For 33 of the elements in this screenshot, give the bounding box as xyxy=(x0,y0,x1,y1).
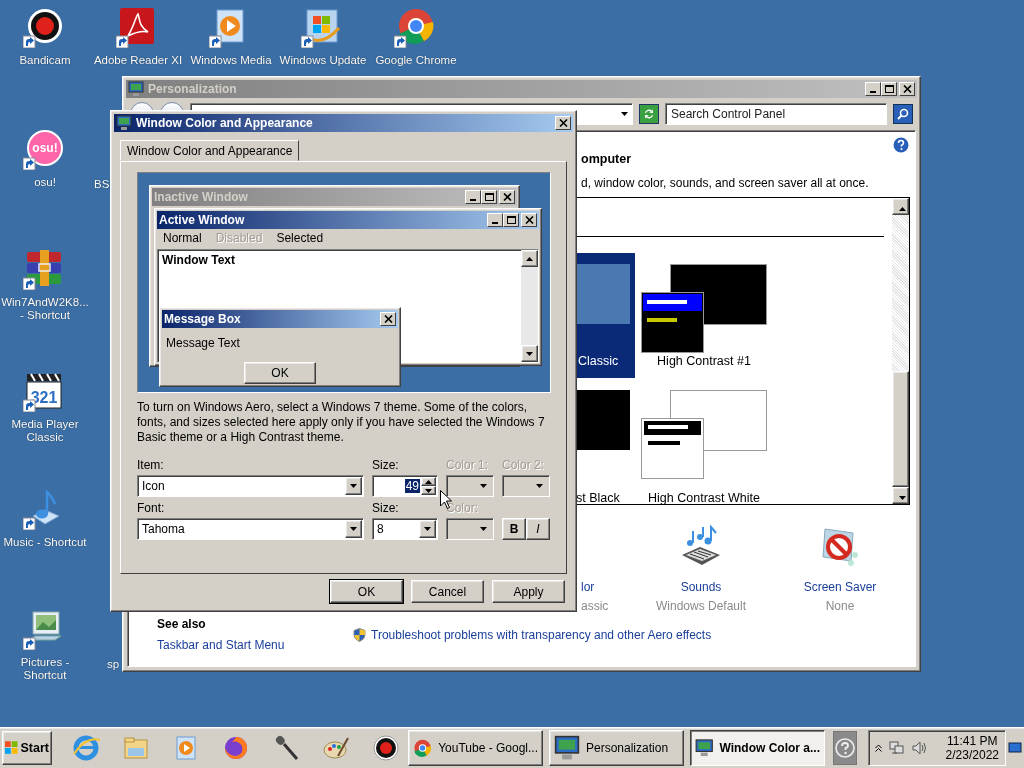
icon-label: Google Chrome xyxy=(375,54,457,67)
icon-label: Bandicam xyxy=(19,54,71,67)
icon-label: BS xyxy=(94,178,110,191)
dialog-title: Window Color and Appearance xyxy=(136,116,314,130)
clock-time: 11:41 PM xyxy=(947,734,998,748)
icon-label: Pictures - Shortcut xyxy=(19,656,71,682)
page-description: d, window color, sounds, and screen saver all at once. xyxy=(581,177,870,190)
window-title: Message Box xyxy=(164,311,242,326)
field-label: Item: xyxy=(137,458,165,472)
window-title: Personalization xyxy=(148,82,238,96)
icon-label: Adobe Reader XI xyxy=(93,54,183,67)
setting-value: Windows Default xyxy=(655,599,746,613)
icon-label: sp xyxy=(107,658,120,671)
window-title: Active Window xyxy=(159,213,246,227)
window-title: Inactive Window xyxy=(154,190,249,204)
setting-value: assic xyxy=(581,599,609,613)
field-label: Size: xyxy=(372,501,400,515)
icon-label: Windows Media xyxy=(190,54,272,67)
icon-label: osu! xyxy=(34,176,56,189)
search-placeholder: Search Control Panel xyxy=(671,107,786,121)
section-heading: See also xyxy=(157,617,207,631)
icon-label: Music - Shortcut xyxy=(3,536,87,549)
icon-label: Media Player Classic xyxy=(11,418,79,444)
icon-label: Win7AndW2K8... - Shortcut xyxy=(1,296,89,322)
page-heading: omputer xyxy=(581,153,632,166)
window-text: Window Text xyxy=(161,252,236,269)
note-text: To turn on Windows Aero, select a Windows 7 theme. Some of the colors, fonts, and sizes selected here apply only if you have selected the Windows 7 Basic theme or a High Contrast theme. xyxy=(137,400,546,445)
message-text: Message Text xyxy=(165,334,241,350)
setting-value: None xyxy=(825,599,855,613)
clock-date: 2/23/2022 xyxy=(945,748,999,762)
field-label: Size: xyxy=(372,458,400,472)
icon-label: Windows Update xyxy=(279,54,367,67)
field-label: Font: xyxy=(137,501,166,515)
